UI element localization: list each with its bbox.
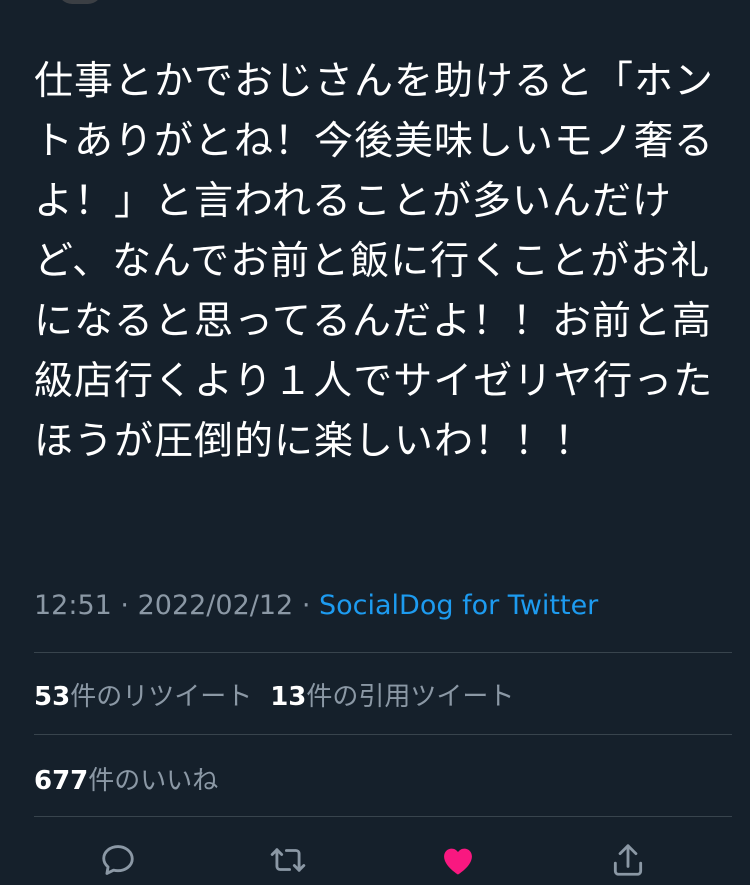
quote-label: 件の引用ツイート bbox=[306, 682, 515, 712]
reply-button[interactable] bbox=[94, 836, 142, 884]
heart-icon bbox=[444, 848, 472, 875]
tweet-meta: 12:51 · 2022/02/12 · SocialDog for Twitt… bbox=[34, 590, 598, 621]
action-bar bbox=[0, 836, 750, 884]
meta-separator: · bbox=[120, 590, 129, 621]
author-avatar[interactable] bbox=[58, 0, 102, 4]
meta-separator: · bbox=[301, 590, 311, 621]
reply-icon bbox=[102, 845, 134, 875]
like-button[interactable] bbox=[434, 836, 482, 884]
likes-stat[interactable]: 677件のいいね bbox=[34, 760, 218, 797]
like-label: 件のいいね bbox=[88, 766, 219, 796]
divider bbox=[34, 816, 732, 817]
retweet-stats: 53件のリツイート 13件の引用ツイート bbox=[34, 676, 514, 713]
tweet-text: 仕事とかでおじさんを助けると「ホントありがとね！今後美味しいモノ奢るよ！」と言わ… bbox=[34, 59, 715, 464]
like-count: 677 bbox=[34, 766, 89, 796]
retweet-icon bbox=[270, 848, 306, 872]
divider bbox=[34, 652, 732, 653]
quote-count: 13 bbox=[270, 682, 307, 712]
retweet-count: 53 bbox=[34, 682, 71, 712]
tweet-date: 2022/02/12 bbox=[137, 590, 294, 621]
quotes-stat[interactable]: 13件の引用ツイート bbox=[270, 682, 514, 712]
divider bbox=[34, 734, 732, 735]
share-button[interactable] bbox=[604, 836, 652, 884]
tweet-source-link[interactable]: SocialDog for Twitter bbox=[319, 590, 598, 621]
retweets-stat[interactable]: 53件のリツイート bbox=[34, 682, 252, 712]
retweet-label: 件のリツイート bbox=[70, 682, 253, 712]
tweet-time: 12:51 bbox=[34, 590, 112, 621]
retweet-button[interactable] bbox=[264, 836, 312, 884]
share-icon bbox=[613, 844, 643, 876]
